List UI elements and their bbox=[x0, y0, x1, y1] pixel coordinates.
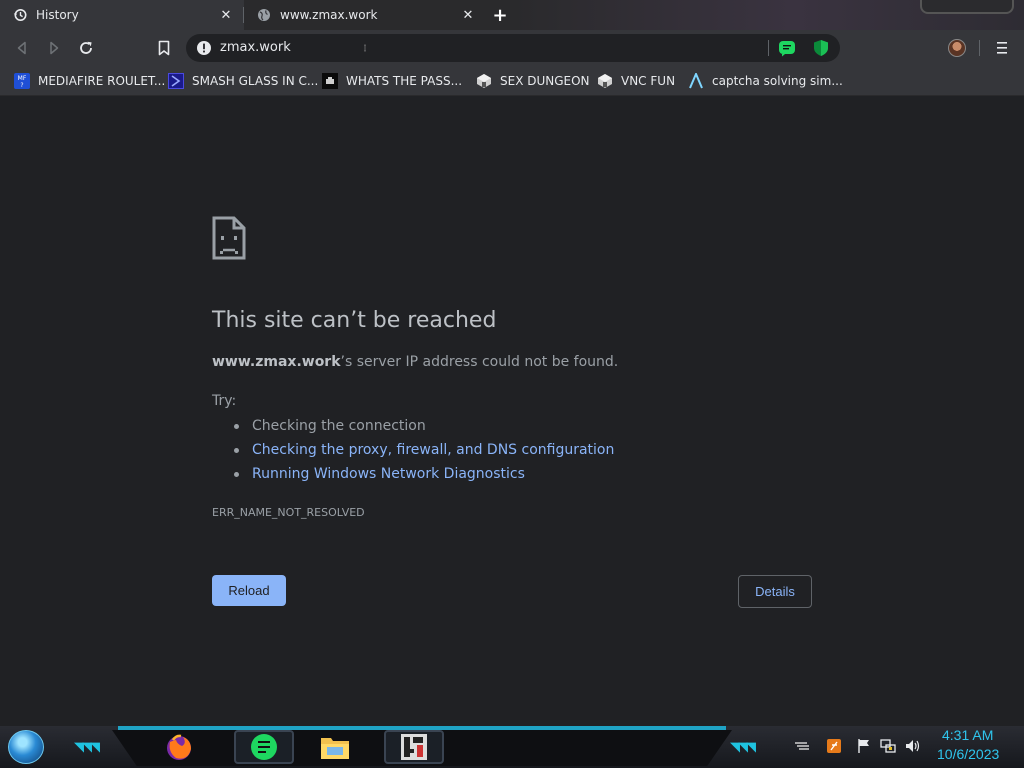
error-host: www.zmax.work bbox=[212, 354, 341, 370]
bookmark-button[interactable] bbox=[152, 36, 176, 60]
bookmark-smash-glass[interactable]: SMASH GLASS IN C... bbox=[168, 71, 318, 91]
notes-taskbar-button[interactable] bbox=[234, 730, 294, 764]
start-button[interactable] bbox=[8, 730, 44, 764]
volume-tray-icon[interactable] bbox=[905, 738, 921, 754]
window-frame-decoration bbox=[512, 0, 1024, 30]
menu-button[interactable] bbox=[992, 36, 1012, 60]
bookmark-icon bbox=[158, 40, 170, 56]
history-icon bbox=[12, 7, 28, 23]
dungeon-icon bbox=[476, 73, 492, 89]
close-icon[interactable]: ✕ bbox=[218, 7, 234, 23]
back-button[interactable] bbox=[10, 36, 34, 60]
back-icon bbox=[17, 41, 26, 55]
error-title: This site can’t be reached bbox=[212, 308, 497, 333]
forward-icon bbox=[50, 41, 59, 55]
forward-button[interactable] bbox=[42, 36, 66, 60]
text-cursor-icon bbox=[364, 44, 366, 52]
reload-nav-button[interactable] bbox=[74, 36, 98, 60]
network-tray-icon[interactable] bbox=[880, 738, 896, 754]
pass-icon bbox=[322, 73, 338, 89]
clock-date[interactable]: 10/6/2023 bbox=[937, 746, 999, 762]
clock-time[interactable]: 4:31 AM bbox=[942, 727, 993, 743]
mediafire-icon: MF? bbox=[14, 73, 30, 89]
tab-history[interactable]: History ✕ bbox=[0, 0, 244, 30]
svg-text:MF: MF bbox=[18, 75, 27, 82]
info-icon[interactable] bbox=[196, 40, 212, 56]
bookmark-whats-the-pass[interactable]: WHATS THE PASS... bbox=[322, 71, 462, 91]
error-code: ERR_NAME_NOT_RESOLVED bbox=[212, 506, 365, 519]
error-message: www.zmax.work’s server IP address could … bbox=[212, 354, 618, 370]
firefox-taskbar-button[interactable] bbox=[162, 730, 196, 764]
vnc-icon bbox=[597, 73, 613, 89]
bookmark-sex-dungeon[interactable]: SEX DUNGEON bbox=[476, 71, 590, 91]
globe-icon bbox=[256, 7, 272, 23]
chevron-decoration-icon: ◥◥◥ bbox=[730, 740, 756, 755]
file-explorer-icon bbox=[321, 738, 349, 759]
close-icon[interactable]: ✕ bbox=[460, 7, 476, 23]
url-text[interactable]: zmax.work bbox=[220, 40, 291, 55]
game-app-icon bbox=[401, 734, 427, 760]
tab-title: www.zmax.work bbox=[280, 8, 378, 22]
bookmarks-bar: MF? MEDIAFIRE ROULET... SMASH GLASS IN C… bbox=[0, 66, 1024, 96]
file-explorer-taskbar-button[interactable] bbox=[318, 730, 352, 764]
chat-extension-icon[interactable] bbox=[778, 39, 796, 57]
try-label: Try: bbox=[212, 393, 237, 409]
sad-page-icon bbox=[212, 216, 246, 260]
flag-tray-icon[interactable] bbox=[856, 738, 872, 754]
address-bar[interactable]: zmax.work bbox=[186, 34, 840, 62]
error-page: This site can’t be reached www.zmax.work… bbox=[0, 96, 1024, 726]
menu-icon bbox=[997, 42, 1007, 54]
smash-icon bbox=[168, 73, 184, 89]
shield-extension-icon[interactable] bbox=[812, 39, 830, 57]
suggestion-network-diagnostics-link[interactable]: Running Windows Network Diagnostics bbox=[234, 464, 614, 488]
tab-strip: History ✕ www.zmax.work ✕ + bbox=[0, 0, 1024, 30]
toolbar: zmax.work bbox=[0, 30, 1024, 66]
error-message-text: ’s server IP address could not be found. bbox=[340, 354, 619, 370]
bookmark-captcha[interactable]: captcha solving sim... bbox=[688, 71, 843, 91]
bookmark-label: captcha solving sim... bbox=[712, 74, 843, 88]
refresh-icon bbox=[80, 41, 92, 54]
suggestion-check-connection: Checking the connection bbox=[234, 416, 614, 440]
bookmark-vnc-fun[interactable]: VNC FUN bbox=[597, 71, 675, 91]
toolbar-separator bbox=[979, 40, 980, 56]
keyboard-tray-icon[interactable] bbox=[794, 738, 810, 754]
game-taskbar-button[interactable] bbox=[384, 730, 444, 764]
app-tray-icon[interactable] bbox=[826, 738, 842, 754]
reload-button[interactable]: Reload bbox=[212, 575, 286, 606]
bookmark-label: WHATS THE PASS... bbox=[346, 74, 463, 88]
chevron-decoration-icon: ◥◥◥ bbox=[74, 740, 100, 755]
tab-title: History bbox=[36, 8, 79, 22]
bookmark-mediafire[interactable]: MF? MEDIAFIRE ROULET... bbox=[14, 71, 165, 91]
suggestion-check-proxy-link[interactable]: Checking the proxy, firewall, and DNS co… bbox=[234, 440, 614, 464]
new-tab-button[interactable]: + bbox=[489, 4, 511, 26]
omnibox-divider bbox=[768, 40, 769, 56]
details-button[interactable]: Details bbox=[738, 575, 812, 608]
bookmark-label: SEX DUNGEON bbox=[500, 74, 590, 88]
suggestion-list: Checking the connection Checking the pro… bbox=[234, 416, 614, 488]
captcha-icon bbox=[688, 73, 704, 89]
svg-text:?: ? bbox=[20, 82, 23, 89]
firefox-icon bbox=[167, 734, 191, 760]
bookmark-label: VNC FUN bbox=[621, 74, 676, 88]
tab-zmax[interactable]: www.zmax.work ✕ bbox=[244, 0, 486, 30]
profile-avatar[interactable] bbox=[948, 39, 966, 57]
notes-app-icon bbox=[251, 734, 277, 760]
bookmark-label: MEDIAFIRE ROULET... bbox=[38, 74, 166, 88]
bookmark-label: SMASH GLASS IN C... bbox=[192, 74, 319, 88]
